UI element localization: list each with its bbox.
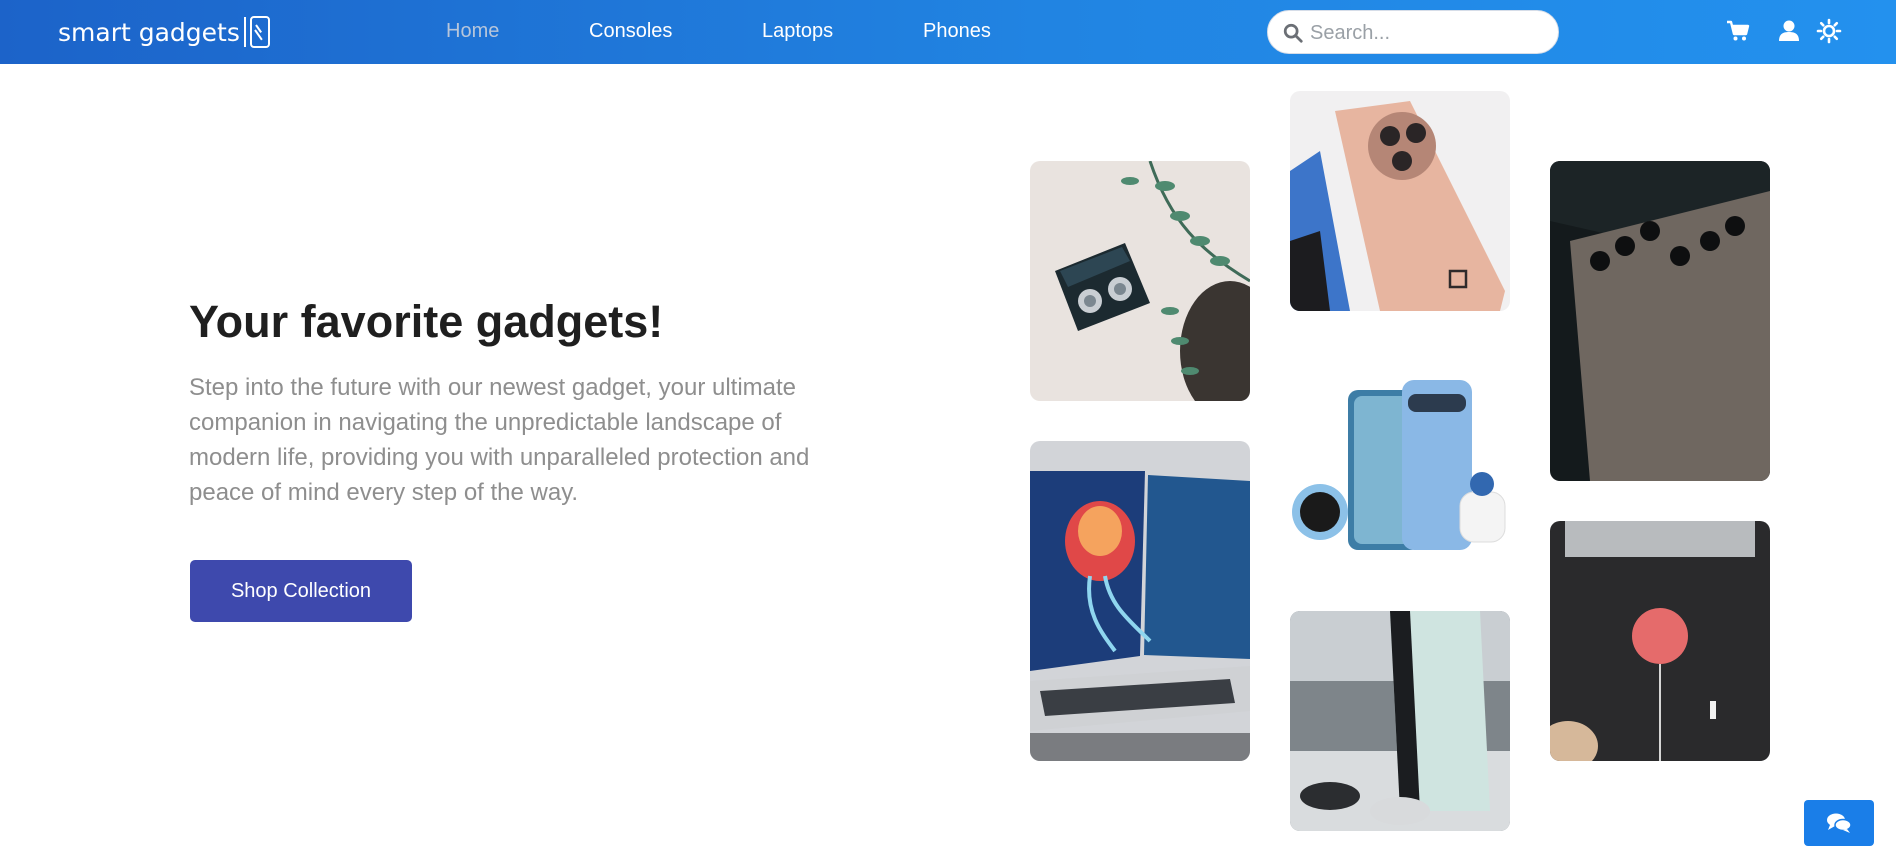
brand-name: smart gadgets <box>58 17 240 47</box>
search-box <box>1267 10 1559 54</box>
chat-icon <box>1827 813 1852 833</box>
google-pixel-devices-image[interactable] <box>1290 372 1510 562</box>
oneplus-phone-image[interactable] <box>1290 91 1510 311</box>
nav-home-link[interactable]: Home <box>446 20 499 43</box>
nav-phones-link[interactable]: Phones <box>923 20 991 43</box>
samsung-phone-image[interactable] <box>1550 161 1770 481</box>
phone-logo-icon <box>249 16 270 48</box>
search-input[interactable] <box>1310 17 1550 49</box>
nav-consoles-link[interactable]: Consoles <box>589 20 672 43</box>
user-icon[interactable] <box>1776 18 1802 44</box>
top-navbar: smart gadgets Home Consoles Laptops Phon… <box>0 0 1896 64</box>
nav-laptops-link[interactable]: Laptops <box>762 20 833 43</box>
logo-divider <box>243 17 246 47</box>
wireless-earbuds-image[interactable] <box>1030 161 1250 401</box>
hero-title: Your favorite gadgets! <box>189 296 664 347</box>
playstation-console-image[interactable] <box>1290 611 1510 831</box>
dual-screen-laptop-image[interactable] <box>1030 441 1250 761</box>
hero-description: Step into the future with our newest gad… <box>189 374 810 506</box>
chat-button[interactable] <box>1804 800 1874 846</box>
brand-logo[interactable]: smart gadgets <box>58 14 270 50</box>
speaker-earbuds-image[interactable] <box>1550 521 1770 761</box>
sun-icon[interactable] <box>1816 18 1842 44</box>
shop-collection-button[interactable]: Shop Collection <box>190 560 412 622</box>
cart-icon[interactable] <box>1725 18 1751 44</box>
search-icon <box>1283 23 1303 43</box>
